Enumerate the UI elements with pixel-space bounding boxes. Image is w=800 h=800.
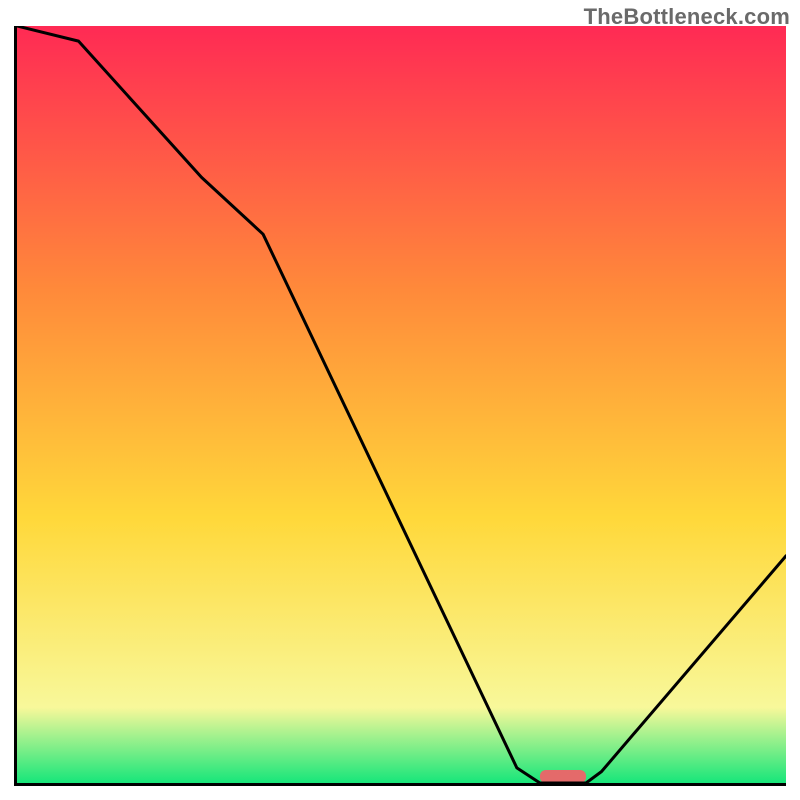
gradient-background xyxy=(17,26,786,783)
chart-svg xyxy=(17,26,786,783)
optimal-zone-marker xyxy=(540,770,586,783)
chart-area xyxy=(14,26,786,786)
